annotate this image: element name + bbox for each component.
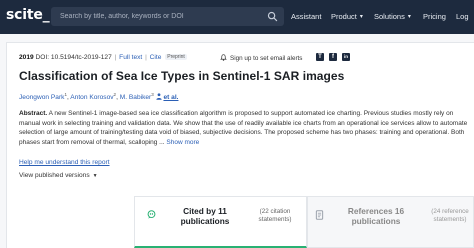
et-al-link[interactable]: et al. [163, 94, 178, 101]
search-icon[interactable] [267, 11, 278, 22]
author-link[interactable]: Jeongwon Park1 [19, 92, 67, 101]
person-icon [155, 93, 162, 100]
nav-solutions[interactable]: Solutions ▾ [374, 12, 411, 21]
facebook-icon[interactable]: f [329, 53, 337, 61]
top-bar: scite_ Assistant Product▾ Solutions▾ Pri… [0, 0, 474, 34]
author-link[interactable]: M. Babiker3 [120, 92, 154, 101]
scite-logo[interactable]: scite_ [6, 7, 50, 23]
twitter-icon[interactable]: T [316, 53, 324, 61]
paper-title: Classification of Sea Ice Types in Senti… [19, 69, 345, 83]
chevron-down-icon: ▾ [407, 14, 411, 20]
paper-doi[interactable]: DOI: 10.5194/tc-2019-127 [36, 54, 112, 61]
separator: | [145, 54, 147, 61]
nav-login[interactable]: Log [456, 12, 469, 21]
full-text-link[interactable]: Full text [119, 54, 142, 61]
linkedin-icon[interactable]: in [342, 53, 350, 61]
search-box[interactable] [51, 7, 284, 26]
cite-link[interactable]: Cite [150, 54, 162, 61]
paper-meta: 2019 DOI: 10.5194/tc-2019-127 | Full tex… [19, 54, 187, 61]
abstract-label: Abstract. [19, 110, 48, 117]
paper-year: 2019 [19, 54, 34, 61]
alert-label: Sign up to set email alerts [230, 55, 303, 62]
tab-references[interactable]: References 16 publications (24 reference… [307, 196, 474, 248]
chevron-down-icon: ▼ [92, 173, 98, 179]
nav-assistant[interactable]: Assistant [291, 12, 321, 21]
bell-icon [220, 54, 227, 61]
preprint-badge: Preprint [165, 54, 187, 60]
cited-by-label: Cited by 11 publications [180, 206, 230, 226]
citation-tabs: Cited by 11 publications (22 citation st… [6, 196, 474, 248]
search-input[interactable] [60, 7, 260, 26]
published-versions-toggle[interactable]: View published versions ▼ [19, 172, 98, 179]
nav-product[interactable]: Product ▾ [331, 12, 363, 21]
references-label: References 16 publications [347, 206, 405, 226]
email-alert-button[interactable]: Sign up to set email alerts [220, 54, 302, 62]
author-list: Jeongwon Park1, Anton Korosov2, M. Babik… [19, 92, 179, 102]
understand-report-link[interactable]: Help me understand this report [19, 159, 110, 166]
references-statements: (24 reference statements) [431, 208, 469, 223]
separator: | [114, 54, 117, 61]
quote-bubble-icon [147, 210, 156, 219]
abstract: Abstract. A new Sentinel-1 image-based s… [19, 109, 469, 148]
author-link[interactable]: Anton Korosov2 [70, 92, 116, 101]
chevron-down-icon: ▾ [359, 14, 363, 20]
reference-document-icon [315, 210, 324, 220]
show-more-link[interactable]: Show more [166, 139, 199, 146]
cited-by-statements: (22 citation statements) [258, 208, 292, 223]
nav-pricing[interactable]: Pricing [423, 12, 446, 21]
tab-cited-by[interactable]: Cited by 11 publications (22 citation st… [134, 196, 307, 248]
abstract-text: A new Sentinel-1 image-based sea ice cla… [19, 110, 468, 147]
share-icons: T f in [316, 53, 350, 61]
